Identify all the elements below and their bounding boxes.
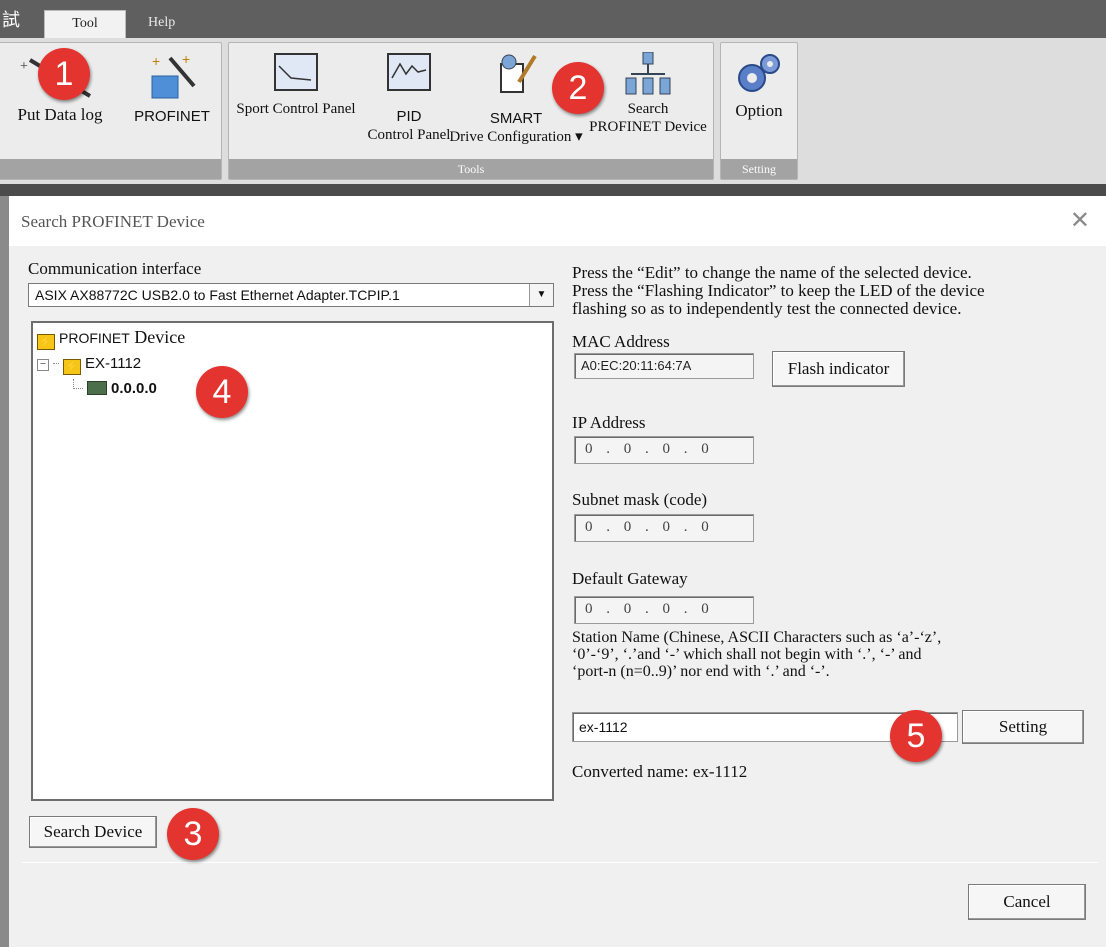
smart-config-icon [500,54,537,93]
mac-address-label: MAC Address [572,332,670,351]
comm-interface-value: ASIX AX88772C USB2.0 to Fast Ethernet Ad… [35,287,400,303]
subnet-mask-label: Subnet mask (code) [572,490,708,509]
mac-address-field: A0:EC:20:11:64:7A [574,353,754,379]
callout-badge-5: 5 [890,710,942,762]
profinet-device-icon: ⚡ [37,334,55,350]
tree-root-label-a: PROFINET [59,330,130,346]
comm-interface-select[interactable]: ASIX AX88772C USB2.0 to Fast Ethernet Ad… [28,283,554,307]
svg-text:+: + [152,53,160,69]
callout-badge-2: 2 [552,62,604,114]
tree-node-ip[interactable]: 0.0.0.0 [73,379,157,398]
dialog-left-edge [0,246,9,947]
device-tree[interactable]: ⚡ PROFINET Device − ⚡ EX-1112 0.0.0.0 [31,321,554,801]
dialog-titlebar: Search PROFINET Device ✕ [0,196,1106,246]
callout-badge-4: 4 [196,366,248,418]
cancel-button[interactable]: Cancel [968,884,1086,920]
search-device-button[interactable]: Search Device [29,816,157,848]
flash-indicator-button[interactable]: Flash indicator [772,351,905,387]
search-profinet-device-button[interactable]: Search PROFINET Device [584,52,712,152]
dialog-title: Search PROFINET Device [21,212,205,231]
default-gateway-label: Default Gateway [572,569,688,588]
callout-badge-1: 1 [38,48,90,100]
device-icon: ⚡ [63,359,81,375]
chart-panel-icon [274,53,318,91]
tree-connector [53,363,59,364]
ribbon: + + Put Data log + + PROFINET Tools Spor… [0,38,1106,184]
ribbon-group-caption [0,159,221,179]
option-button[interactable]: Option [722,50,796,140]
ribbon-separator [0,184,1106,196]
tab-tool[interactable]: Tool [44,10,126,38]
ribbon-titlebar: 試 Tool Help [0,0,1106,38]
dialog-divider [22,862,1098,863]
tree-root[interactable]: ⚡ PROFINET Device [37,327,185,350]
network-module-icon [87,381,107,395]
profinet-wand-icon: + + [151,51,196,99]
converted-name-label: Converted name: ex-1112 [572,762,748,781]
close-icon[interactable]: ✕ [1070,206,1090,234]
group-caption-setting: Setting [721,159,797,179]
collapse-icon[interactable]: − [37,359,49,371]
callout-badge-3: 3 [167,808,219,860]
gears-icon [738,54,780,92]
tree-connector [73,379,83,389]
tree-device-label: EX-1112 [85,355,142,372]
chevron-down-icon[interactable]: ▼ [529,284,553,306]
app-glyph: 試 [2,10,20,30]
tree-ip-label: 0.0.0.0 [111,380,157,397]
svg-text:+: + [20,59,28,74]
tree-root-label-b: Device [129,327,186,347]
group-caption-tools: Tools [229,159,713,179]
svg-text:+: + [182,51,190,67]
default-gateway-field[interactable]: 0 . 0 . 0 . 0 [574,596,754,624]
pid-control-panel-button[interactable]: PID Control Panel [358,52,460,152]
ip-address-field[interactable]: 0 . 0 . 0 . 0 [574,436,754,464]
pid-panel-icon [387,53,431,91]
setting-button[interactable]: Setting [962,710,1084,744]
search-profinet-dialog: Search PROFINET Device ✕ Communication i… [0,196,1106,947]
subnet-mask-field[interactable]: 0 . 0 . 0 . 0 [574,514,754,542]
ip-address-label: IP Address [572,413,646,432]
station-name-label: Station Name (Chinese, ASCII Characters … [572,629,942,680]
comm-interface-label: Communication interface [28,259,202,278]
profinet-button[interactable]: + + PROFINET [126,50,218,134]
tree-node-device[interactable]: − ⚡ EX-1112 [37,355,141,375]
instructions-text: Press the “Edit” to change the name of t… [572,263,985,318]
network-tree-icon [625,52,671,95]
tab-help[interactable]: Help [134,10,189,38]
sport-control-panel-button[interactable]: Sport Control Panel [232,52,360,136]
